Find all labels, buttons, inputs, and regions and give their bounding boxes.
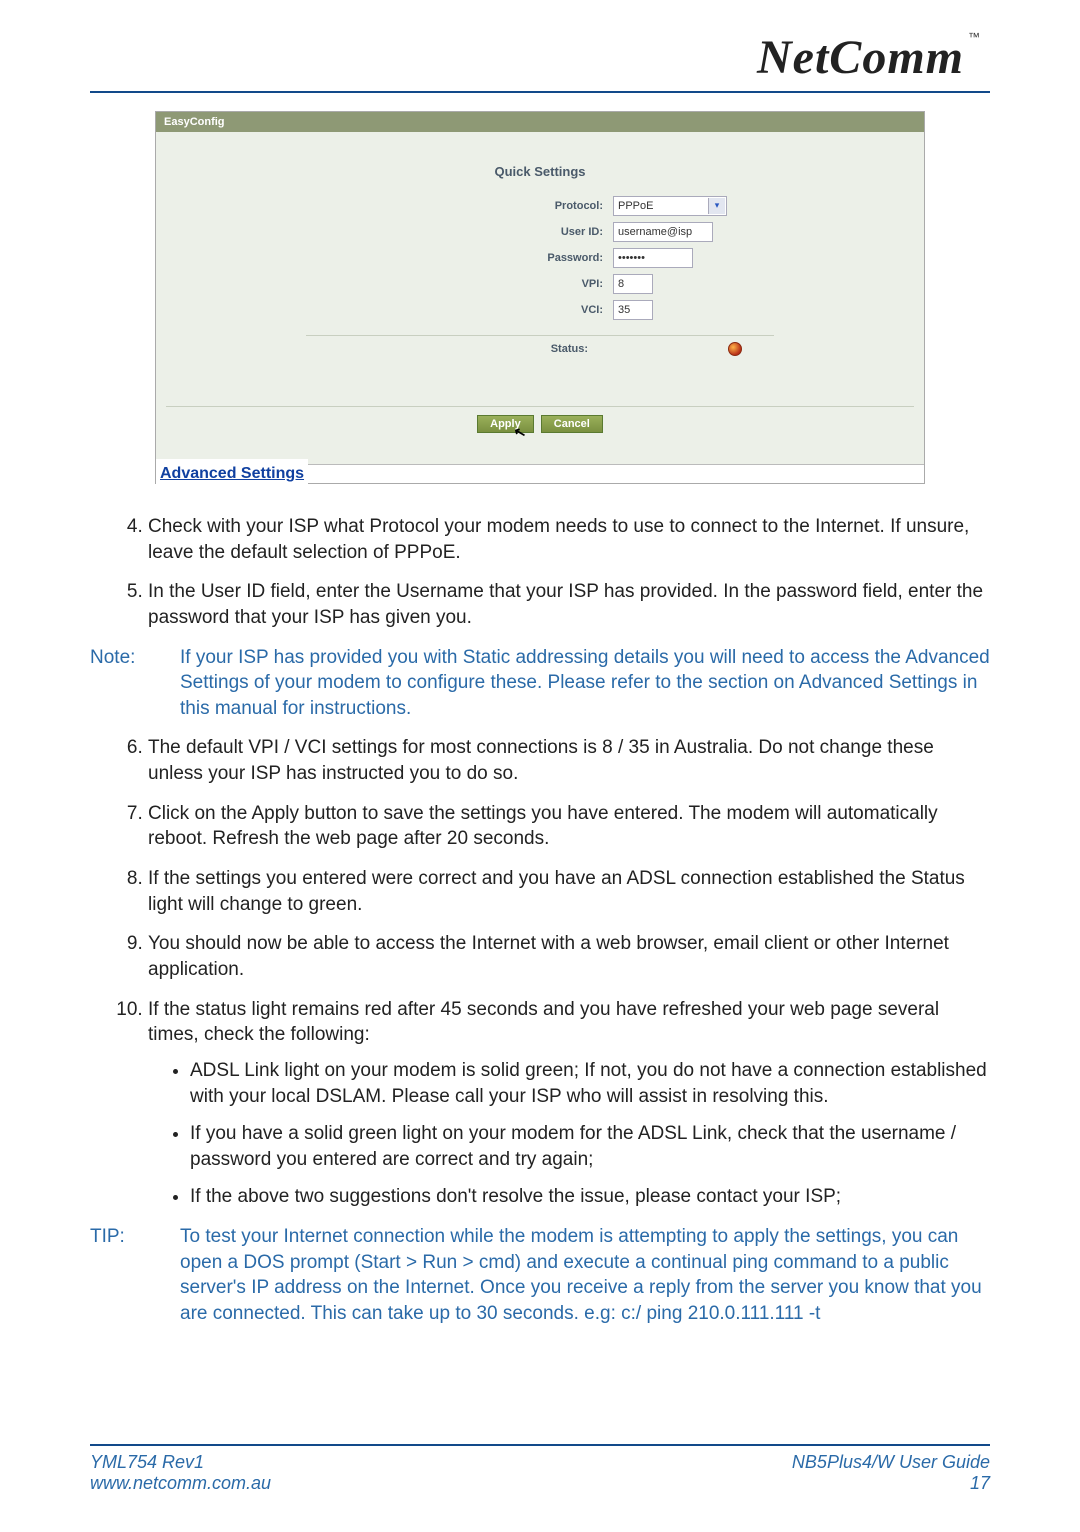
app-title: EasyConfig: [156, 112, 924, 132]
footer-guide: NB5Plus4/W User Guide: [792, 1452, 990, 1473]
substep-c: If the above two suggestions don't resol…: [190, 1184, 990, 1210]
brand-name: NetComm: [757, 31, 964, 84]
substep-a: ADSL Link light on your modem is solid g…: [190, 1058, 990, 1109]
page-footer: YML754 Rev1 www.netcomm.com.au NB5Plus4/…: [90, 1436, 990, 1494]
userid-input[interactable]: username@isp: [613, 222, 713, 242]
trademark-icon: ™: [968, 30, 980, 44]
step-9: You should now be able to access the Int…: [148, 931, 990, 982]
instruction-text: Check with your ISP what Protocol your m…: [90, 514, 990, 1327]
step-10: If the status light remains red after 45…: [148, 997, 990, 1210]
footer-rev: YML754 Rev1: [90, 1452, 271, 1473]
step-5: In the User ID field, enter the Username…: [148, 579, 990, 630]
cancel-button[interactable]: Cancel: [541, 415, 603, 433]
footer-divider: [90, 1444, 990, 1446]
note-block: Note: If your ISP has provided you with …: [90, 645, 990, 722]
status-label: Status:: [338, 343, 598, 355]
apply-button[interactable]: Apply ↖: [477, 415, 534, 433]
step-6: The default VPI / VCI settings for most …: [148, 735, 990, 786]
step-7: Click on the Apply button to save the se…: [148, 801, 990, 852]
footer-url: www.netcomm.com.au: [90, 1473, 271, 1494]
tip-text: To test your Internet connection while t…: [180, 1224, 990, 1327]
protocol-label: Protocol:: [348, 193, 608, 219]
step-8: If the settings you entered were correct…: [148, 866, 990, 917]
tip-block: TIP: To test your Internet connection wh…: [90, 1224, 990, 1327]
easyconfig-screenshot: EasyConfig Quick Settings Protocol: PPPo…: [155, 111, 925, 484]
vci-label: VCI:: [348, 297, 608, 323]
protocol-value: PPPoE: [618, 200, 653, 212]
password-label: Password:: [348, 245, 608, 271]
note-label: Note:: [90, 645, 180, 722]
vpi-label: VPI:: [348, 271, 608, 297]
note-text: If your ISP has provided you with Static…: [180, 645, 990, 722]
tip-label: TIP:: [90, 1224, 180, 1327]
cursor-icon: ↖: [512, 423, 528, 442]
header-divider: [90, 91, 990, 93]
chevron-down-icon[interactable]: ▾: [708, 198, 725, 214]
protocol-select[interactable]: PPPoE ▾: [613, 196, 727, 216]
status-light-icon: [728, 342, 742, 356]
substep-b: If you have a solid green light on your …: [190, 1121, 990, 1172]
step-4: Check with your ISP what Protocol your m…: [148, 514, 990, 565]
brand-header: NetComm ™: [90, 30, 990, 85]
footer-page: 17: [792, 1473, 990, 1494]
section-title: Quick Settings: [166, 164, 914, 179]
vpi-input[interactable]: 8: [613, 274, 653, 294]
vci-input[interactable]: 35: [613, 300, 653, 320]
userid-label: User ID:: [348, 219, 608, 245]
password-input[interactable]: •••••••: [613, 248, 693, 268]
